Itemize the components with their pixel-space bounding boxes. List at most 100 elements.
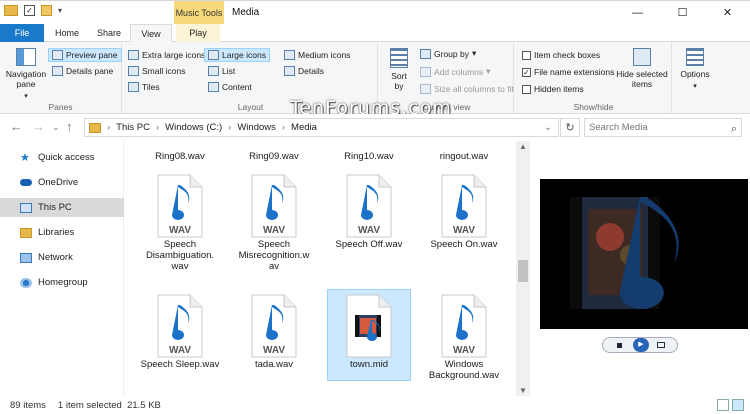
- small-icons-button[interactable]: Small icons: [128, 66, 185, 76]
- chevron-down-icon[interactable]: ⌄: [544, 122, 552, 133]
- large-icons-view-icon[interactable]: [732, 399, 744, 411]
- large-icons-button[interactable]: Large icons: [204, 48, 270, 62]
- navigation-pane-button[interactable]: Navigation pane ▾: [6, 48, 46, 102]
- properties-icon[interactable]: ✓: [24, 5, 35, 16]
- add-columns-button[interactable]: Add columns ▾: [420, 66, 490, 77]
- title-bar: ✓ ▾ Music Tools Media — ☐ ✕: [0, 0, 750, 25]
- tab-play[interactable]: Play: [176, 24, 220, 42]
- scrollbar-thumb[interactable]: [518, 260, 528, 282]
- group-by-button[interactable]: Group by ▾: [420, 48, 476, 59]
- quick-access-toolbar: ✓ ▾: [4, 5, 62, 16]
- maximize-button[interactable]: ☐: [660, 1, 705, 25]
- nav-item-label: Libraries: [38, 227, 75, 238]
- vertical-scrollbar[interactable]: ▲ ▼: [516, 141, 530, 396]
- fullscreen-icon[interactable]: [657, 342, 665, 348]
- medium-icons-button[interactable]: Medium icons: [284, 50, 350, 60]
- file-item[interactable]: WAV Speech Disambiguation. wav: [138, 173, 222, 272]
- refresh-button[interactable]: ↻: [560, 118, 580, 137]
- file-item[interactable]: Ring10.wav: [327, 151, 411, 162]
- breadcrumb-this-pc[interactable]: This PC: [116, 122, 150, 133]
- close-button[interactable]: ✕: [705, 1, 750, 25]
- midi-file-icon: [343, 293, 395, 359]
- tiles-view-button[interactable]: Tiles: [128, 82, 160, 92]
- breadcrumb-separator-icon[interactable]: ›: [228, 122, 231, 133]
- preview-pane-button[interactable]: Preview pane: [48, 48, 122, 62]
- details-view-icon[interactable]: [717, 399, 729, 411]
- list-view-button[interactable]: List: [208, 66, 235, 76]
- chevron-down-icon[interactable]: ▾: [58, 6, 62, 15]
- file-item[interactable]: Ring09.wav: [232, 151, 316, 162]
- options-button[interactable]: Options ▾: [678, 48, 712, 90]
- stop-icon[interactable]: [617, 343, 622, 348]
- tab-home[interactable]: Home: [46, 24, 88, 42]
- nav-item-network[interactable]: Network: [0, 248, 124, 267]
- size-columns-label: Size all columns to fit: [434, 84, 514, 94]
- hidden-items-toggle[interactable]: Hidden items: [522, 84, 584, 94]
- panes-group-label: Panes: [48, 102, 73, 112]
- file-name-extensions-toggle[interactable]: ✓ File name extensions: [522, 67, 614, 77]
- tab-view[interactable]: View: [130, 24, 172, 43]
- item-check-boxes-toggle[interactable]: Item check boxes: [522, 50, 600, 60]
- extra-large-icons-button[interactable]: Extra large icons: [128, 50, 205, 60]
- back-arrow-icon[interactable]: ←: [10, 119, 23, 134]
- up-arrow-icon[interactable]: ↑: [66, 119, 73, 134]
- tiles-view-label: Tiles: [142, 82, 160, 92]
- nav-item-onedrive[interactable]: OneDrive: [0, 173, 124, 192]
- new-folder-icon[interactable]: [41, 5, 52, 16]
- homegroup-icon: [20, 277, 32, 288]
- breadcrumb-media[interactable]: Media: [291, 122, 317, 133]
- details-pane-button[interactable]: Details pane: [52, 66, 113, 76]
- size-columns-button[interactable]: Size all columns to fit: [420, 84, 514, 94]
- file-item[interactable]: ringout.wav: [422, 151, 506, 162]
- checkbox-checked[interactable]: ✓: [522, 67, 531, 77]
- hide-selected-icon: [633, 48, 651, 66]
- breadcrumb-separator-icon[interactable]: ›: [156, 122, 159, 133]
- context-tab-music-tools: Music Tools: [174, 1, 224, 25]
- play-button[interactable]: ▶: [633, 338, 649, 352]
- address-bar[interactable]: › This PC › Windows (C:) › Windows › Med…: [84, 118, 559, 137]
- file-item-selected[interactable]: town.mid: [327, 289, 411, 381]
- tab-file[interactable]: File: [0, 24, 44, 42]
- file-item[interactable]: Ring08.wav: [138, 151, 222, 162]
- star-icon: ★: [20, 151, 30, 164]
- large-icons-icon: [208, 50, 219, 60]
- file-name-extensions-label: File name extensions: [534, 67, 615, 77]
- content-view-button[interactable]: Content: [208, 82, 252, 92]
- sort-by-button[interactable]: Sort by: [386, 48, 412, 91]
- nav-item-quick-access[interactable]: ★ Quick access: [0, 148, 124, 167]
- forward-arrow-icon[interactable]: →: [32, 119, 45, 134]
- file-item[interactable]: WAV Speech Misrecognition.w av: [232, 173, 316, 272]
- file-item[interactable]: WAV Windows Background.wav: [422, 293, 506, 381]
- breadcrumb-separator-icon[interactable]: ›: [107, 122, 110, 133]
- file-name-line: Speech On.wav: [430, 239, 498, 250]
- breadcrumb-windows-c[interactable]: Windows (C:): [165, 122, 222, 133]
- checkbox-unchecked[interactable]: [522, 50, 531, 60]
- file-item[interactable]: WAV Speech Off.wav: [327, 173, 411, 250]
- checkbox-unchecked[interactable]: [522, 84, 531, 94]
- breadcrumb-separator-icon[interactable]: ›: [282, 122, 285, 133]
- recent-locations-chevron-icon[interactable]: ⌄: [52, 122, 60, 133]
- nav-item-this-pc[interactable]: This PC: [0, 198, 124, 217]
- file-item[interactable]: WAV Speech On.wav: [422, 173, 506, 250]
- sort-by-label: Sort by: [391, 71, 407, 91]
- view-switcher: [717, 399, 744, 411]
- details-view-button[interactable]: Details: [284, 66, 324, 76]
- nav-item-libraries[interactable]: Libraries: [0, 223, 124, 242]
- navigation-pane-label: Navigation pane: [5, 69, 47, 89]
- media-preview: [540, 179, 748, 329]
- file-item[interactable]: WAV Speech Sleep.wav: [138, 293, 222, 370]
- wav-badge: WAV: [453, 345, 475, 356]
- breadcrumb-windows[interactable]: Windows: [237, 122, 276, 133]
- scroll-down-icon[interactable]: ▼: [519, 386, 527, 395]
- file-item[interactable]: WAV tada.wav: [232, 293, 316, 370]
- hide-selected-items-button[interactable]: Hide selected items: [614, 48, 670, 89]
- wav-file-icon: WAV: [438, 293, 490, 359]
- nav-item-homegroup[interactable]: Homegroup: [0, 273, 124, 292]
- tab-share[interactable]: Share: [88, 24, 130, 42]
- minimize-button[interactable]: —: [615, 1, 660, 25]
- hide-selected-label: Hide selected items: [616, 69, 668, 89]
- scroll-up-icon[interactable]: ▲: [519, 142, 527, 151]
- file-name-line: Misrecognition.w: [238, 250, 310, 261]
- search-input[interactable]: Search Media ⌕: [584, 118, 742, 137]
- size-columns-icon: [420, 84, 431, 94]
